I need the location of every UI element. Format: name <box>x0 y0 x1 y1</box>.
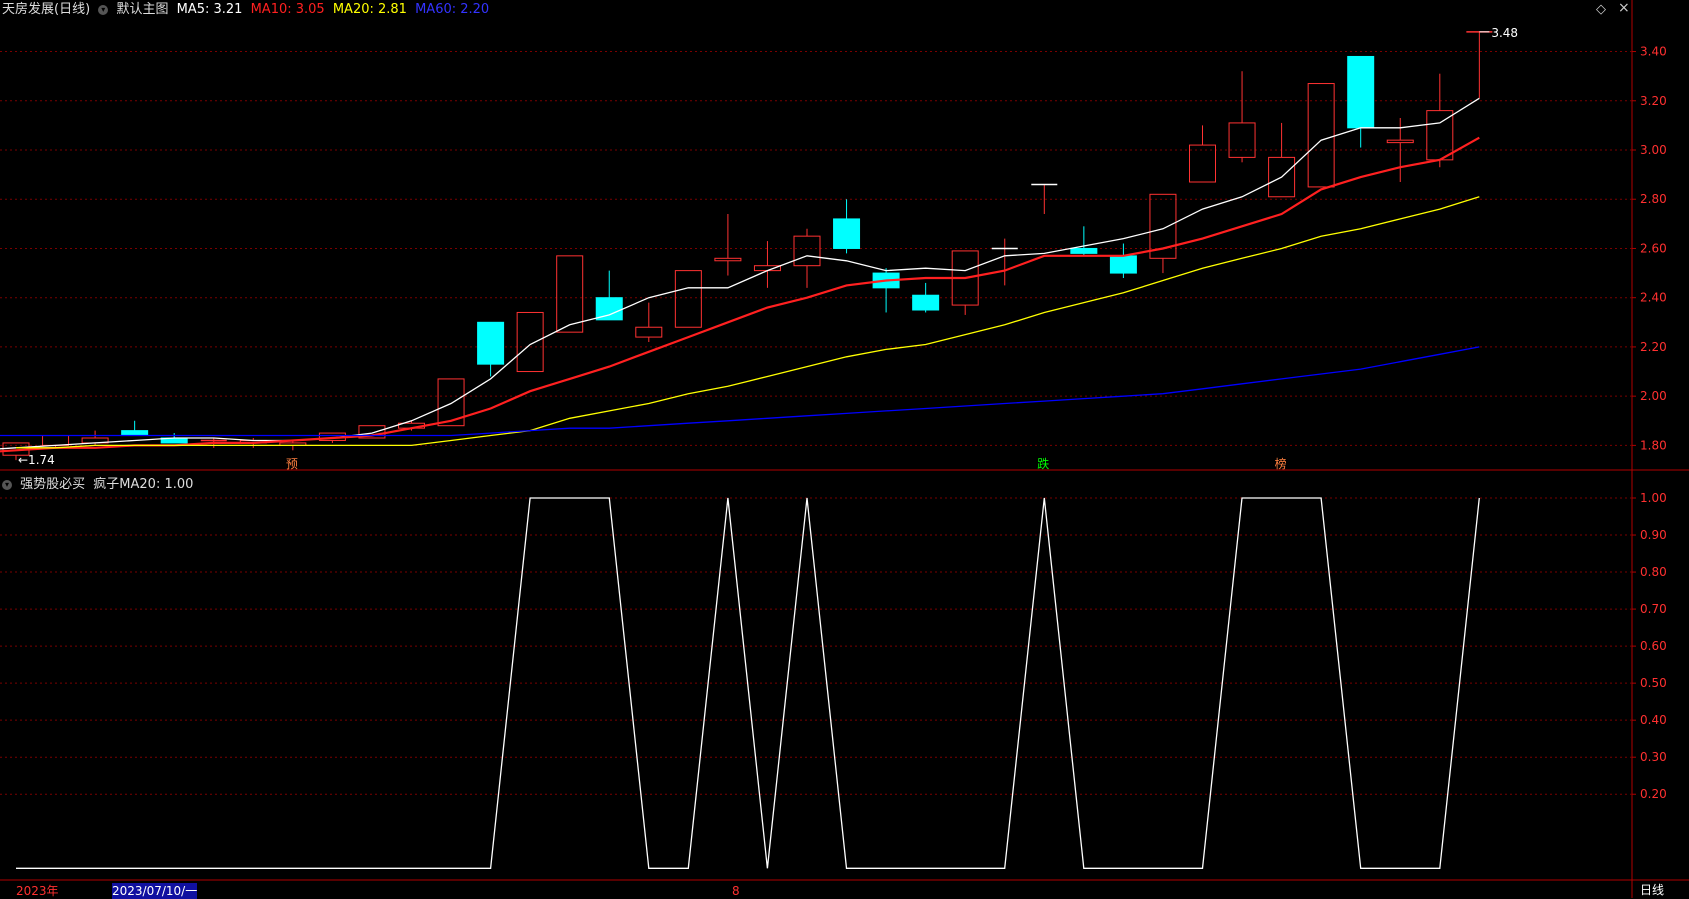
settings-icon[interactable]: ▾ <box>98 4 109 15</box>
candle <box>1426 73 1454 168</box>
candle <box>714 214 742 276</box>
candle <box>1149 193 1177 274</box>
min-price-label: ←1.74 <box>18 453 55 467</box>
candle <box>556 255 584 333</box>
main-header: 天房发展(日线) ▾ 默认主图 MA5: 3.21 MA10: 3.05 MA2… <box>2 2 493 18</box>
candle <box>477 321 505 377</box>
candle-body <box>714 257 742 262</box>
candle <box>1307 83 1335 188</box>
month-label: 8 <box>732 884 740 898</box>
candle <box>833 199 861 254</box>
year-label: 2023年 <box>16 884 59 898</box>
candle <box>1347 55 1375 148</box>
y-tick-label: 0.70 <box>1640 602 1667 616</box>
y-tick-label: 0.60 <box>1640 639 1667 653</box>
y-tick-label: 2.60 <box>1640 241 1667 255</box>
chart-canvas: 3.40 3.20 3.00 2.80 2.60 2.40 2.20 2.00 1.80 1.00… <box>0 0 1689 898</box>
candle <box>1466 31 1493 99</box>
candle-body <box>635 326 663 338</box>
main-chart-label[interactable]: 默认主图 <box>116 2 168 17</box>
candle <box>793 228 821 288</box>
y-tick-label: 0.90 <box>1640 528 1667 542</box>
event-marker: 预 <box>286 457 298 471</box>
ma-line-ma20 <box>16 196 1480 449</box>
y-tick-label: 0.50 <box>1640 676 1667 690</box>
candle-body <box>1347 55 1375 129</box>
y-tick-label: 3.00 <box>1640 143 1667 157</box>
candle-body <box>1109 255 1137 274</box>
candle-body <box>1426 110 1454 161</box>
candle <box>121 420 149 437</box>
candle-body <box>912 294 940 311</box>
diamond-icon[interactable]: ◇ <box>1596 2 1606 18</box>
ma10-label: MA10: 3.05 <box>250 2 325 17</box>
event-marker: 跌 <box>1037 456 1049 471</box>
candle <box>872 268 900 313</box>
ma20-label: MA20: 2.81 <box>332 2 407 17</box>
candle <box>912 282 940 313</box>
candle-body <box>1386 139 1414 144</box>
y-tick-label: 0.30 <box>1640 750 1667 764</box>
candle <box>1228 71 1256 163</box>
candle <box>674 270 702 328</box>
y-tick-label: 2.80 <box>1640 192 1667 206</box>
y-tick-label: 0.40 <box>1640 713 1667 727</box>
candle-body <box>516 311 544 373</box>
ma-line-ma5 <box>0 97 1480 450</box>
candle-body <box>42 435 70 446</box>
ma-line-ma10 <box>0 136 1480 453</box>
candle <box>991 238 1018 286</box>
candle-body <box>1189 144 1216 183</box>
event-marker: 榜 <box>1275 456 1287 471</box>
candle <box>951 250 979 315</box>
y-tick-label: 0.20 <box>1640 787 1667 801</box>
candle-body <box>833 218 861 249</box>
ma5-label: MA5: 3.21 <box>176 2 243 17</box>
period-button[interactable]: 日线 <box>1640 882 1664 898</box>
indicator-header: ▾ 强势股必买 疯子MA20: 1.00 <box>2 477 197 493</box>
date-cursor-label: 2023/07/10/一 <box>112 883 198 899</box>
candle-body <box>121 430 149 437</box>
candle-body <box>1070 247 1098 254</box>
y-tick-label: 3.40 <box>1640 45 1667 59</box>
candle-body <box>753 265 781 272</box>
y-tick-label: 2.40 <box>1640 291 1667 305</box>
candle <box>595 270 623 321</box>
indicator-label[interactable]: 强势股必买 <box>20 477 85 492</box>
y-tick-label: 0.80 <box>1640 565 1667 579</box>
indicator-value: 疯子MA20: 1.00 <box>93 477 194 492</box>
candle-body <box>1307 83 1335 188</box>
y-tick-label: 1.80 <box>1640 438 1667 452</box>
close-icon[interactable]: × <box>1618 0 1630 16</box>
y-tick-label: 1.00 <box>1640 491 1667 505</box>
y-tick-label: 3.20 <box>1640 94 1667 108</box>
candle-body <box>674 270 702 328</box>
candle-body <box>1228 122 1256 158</box>
candle-body <box>793 235 821 267</box>
stock-title[interactable]: 天房发展(日线) <box>2 2 90 17</box>
max-price-label: 3.48 <box>1491 26 1518 40</box>
candle <box>1189 125 1216 183</box>
indicator-settings-icon[interactable]: ▾ <box>2 479 12 490</box>
candle <box>1070 226 1098 256</box>
candle <box>1268 122 1296 198</box>
ma-line-ma60 <box>0 346 1480 437</box>
candle <box>516 311 544 373</box>
y-tick-label: 2.20 <box>1640 340 1667 354</box>
candle <box>635 302 663 342</box>
candle-body <box>556 255 584 333</box>
candle <box>1109 243 1137 278</box>
y-tick-label: 2.00 <box>1640 389 1667 403</box>
ma60-label: MA60: 2.20 <box>415 2 490 17</box>
candle-body <box>477 321 505 365</box>
